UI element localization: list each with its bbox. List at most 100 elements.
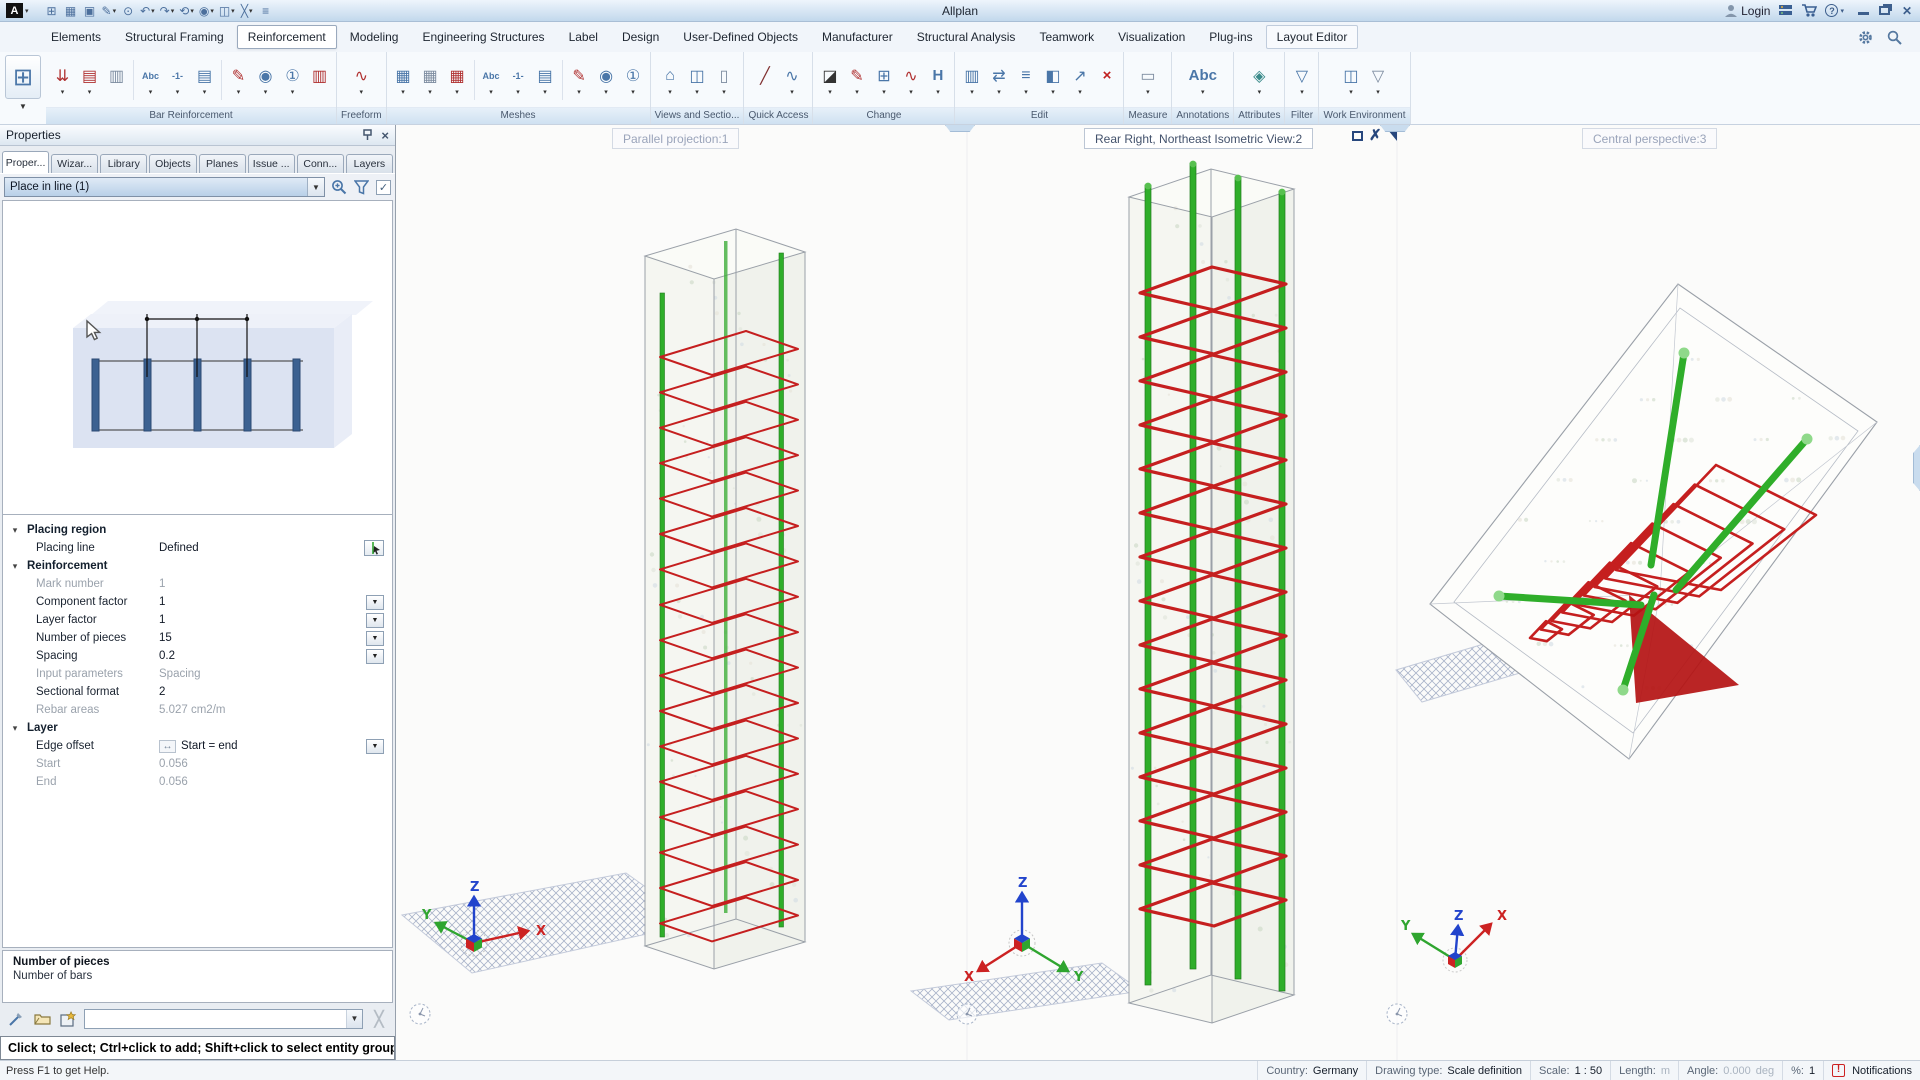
panel-close-icon[interactable]: × xyxy=(381,130,389,141)
move-icon[interactable]: ⇄▾ xyxy=(985,63,1012,98)
viewport-icon[interactable]: ▯▾ xyxy=(711,63,738,98)
menu-structural-analysis[interactable]: Structural Analysis xyxy=(906,25,1027,49)
bar-schema-icon[interactable]: ▤▾ xyxy=(191,63,218,98)
stretch-icon[interactable]: ∿▾ xyxy=(897,63,924,98)
project-icon[interactable]: ⊞ xyxy=(43,2,61,20)
login-button[interactable]: Login xyxy=(1724,4,1770,18)
dropdown-button[interactable]: ▼ xyxy=(366,595,384,610)
close-button[interactable]: ✕ xyxy=(1900,4,1914,18)
modify-mesh-icon[interactable]: ✎▾ xyxy=(566,63,593,98)
viewport-tab-2[interactable]: Rear Right, Northeast Isometric View:2 xyxy=(1084,128,1313,149)
property-value[interactable]: ↔Start = end xyxy=(159,740,364,753)
menu-engineering-structures[interactable]: Engineering Structures xyxy=(411,25,555,49)
save-icon[interactable]: ▣ xyxy=(81,2,99,20)
bar-display-icon[interactable]: ◉▾ xyxy=(252,63,279,98)
filter-icon[interactable]: ▽▾ xyxy=(1288,63,1315,98)
delete-icon[interactable]: × xyxy=(1093,63,1120,98)
mesh-schema-icon[interactable]: ▤▾ xyxy=(532,63,559,98)
annotation-icon[interactable]: Abc▾ xyxy=(1189,63,1216,98)
property-value[interactable]: 1 xyxy=(159,596,364,608)
edit-points-icon[interactable]: ⊞▾ xyxy=(870,63,897,98)
calculator-icon[interactable]: ▦ xyxy=(62,2,80,20)
pick-properties-icon[interactable] xyxy=(6,1010,26,1028)
erase-icon[interactable]: ◪▾ xyxy=(816,63,843,98)
create-view-icon[interactable]: ⌂▾ xyxy=(657,63,684,98)
collapse-chevron-icon[interactable]: ▾ xyxy=(3,723,27,734)
mesh-mark-icon[interactable]: -1-▾ xyxy=(505,63,532,98)
edit-page-icon[interactable]: ✎▾ xyxy=(100,2,119,20)
property-value[interactable]: Defined xyxy=(159,542,364,554)
property-value[interactable]: 0.2 xyxy=(159,650,364,662)
menu-user-defined-objects[interactable]: User-Defined Objects xyxy=(672,25,809,49)
panel-tab-conn[interactable]: Conn... xyxy=(297,154,344,173)
dropdown-button[interactable]: ▼ xyxy=(366,649,384,664)
filter-funnel-icon[interactable] xyxy=(354,180,369,195)
panel-tab-layers[interactable]: Layers xyxy=(346,154,393,173)
viewport-tab-1[interactable]: Parallel projection:1 xyxy=(612,128,739,149)
layout-window-icon[interactable]: ◫▾ xyxy=(1337,63,1364,98)
status-drawing-type[interactable]: Drawing type:Scale definition xyxy=(1366,1061,1530,1080)
array-icon[interactable]: ▥▾ xyxy=(958,63,985,98)
dropdown-button[interactable]: ▼ xyxy=(366,631,384,646)
viewport-tab-3[interactable]: Central perspective:3 xyxy=(1582,128,1717,149)
property-value[interactable]: 15 xyxy=(159,632,364,644)
place-mesh-icon[interactable]: ▦▾ xyxy=(390,63,417,98)
dropdown-button[interactable]: ▼ xyxy=(366,613,384,628)
viewport-maximize-button[interactable] xyxy=(1352,131,1363,141)
restore-button[interactable] xyxy=(1879,6,1890,15)
tools-icon[interactable]: ╳▾ xyxy=(238,2,256,20)
panel-tab-issue[interactable]: Issue ... xyxy=(248,154,295,173)
ribbon-main-button[interactable]: ⊞ xyxy=(5,55,41,99)
spline-icon[interactable]: ∿▾ xyxy=(778,63,805,98)
bar-label-icon[interactable]: Abc▾ xyxy=(137,63,164,98)
split-view-icon[interactable]: ◫▾ xyxy=(217,2,237,20)
status-angle[interactable]: Angle:0.000deg xyxy=(1678,1061,1782,1080)
status-country[interactable]: Country:Germany xyxy=(1257,1061,1366,1080)
settings-gear-icon[interactable] xyxy=(1858,30,1873,45)
panel-tab-library[interactable]: Library xyxy=(100,154,147,173)
property-value[interactable]: 1 xyxy=(159,614,364,626)
profile-icon[interactable]: H▾ xyxy=(924,63,951,98)
menu-label[interactable]: Label xyxy=(558,25,609,49)
repeat-icon[interactable]: ⟲▾ xyxy=(177,2,196,20)
menu-manufacturer[interactable]: Manufacturer xyxy=(811,25,904,49)
undo-icon[interactable]: ↶▾ xyxy=(138,2,157,20)
redo-icon[interactable]: ↷▾ xyxy=(158,2,177,20)
pin-icon[interactable] xyxy=(362,129,373,141)
measure-icon[interactable]: ▭▾ xyxy=(1134,63,1161,98)
menu-modeling[interactable]: Modeling xyxy=(339,25,410,49)
menu-reinforcement[interactable]: Reinforcement xyxy=(237,25,337,49)
combobox-dropdown-icon[interactable]: ▼ xyxy=(307,178,324,196)
copy-icon[interactable]: ↗▾ xyxy=(1066,63,1093,98)
panel-tab-proper[interactable]: Proper... xyxy=(2,151,49,173)
ribbon-main-dropdown-icon[interactable]: ▼ xyxy=(19,102,27,111)
minimize-button[interactable] xyxy=(1858,7,1869,15)
status-scale[interactable]: Scale:1 : 50 xyxy=(1530,1061,1610,1080)
bar-set-icon[interactable]: ▥ xyxy=(103,63,130,98)
logo-dropdown-icon[interactable]: ▾ xyxy=(25,7,29,15)
menu-plug-ins[interactable]: Plug-ins xyxy=(1198,25,1263,49)
status-length-unit[interactable]: Length:m xyxy=(1610,1061,1678,1080)
freeform-bar-icon[interactable]: ∿▾ xyxy=(348,63,375,98)
edit-pen-icon[interactable]: ✎▾ xyxy=(843,63,870,98)
menu-visualization[interactable]: Visualization xyxy=(1107,25,1196,49)
attributes-icon[interactable]: ◈▾ xyxy=(1246,63,1273,98)
mirror-icon[interactable]: ◧▾ xyxy=(1039,63,1066,98)
menu-structural-framing[interactable]: Structural Framing xyxy=(114,25,235,49)
modify-bar-icon[interactable]: ✎▾ xyxy=(225,63,252,98)
find-icon[interactable]: ⊙ xyxy=(119,2,137,20)
help-button[interactable]: ? ▾ xyxy=(1825,4,1844,17)
panel-tab-wizar[interactable]: Wizar... xyxy=(51,154,98,173)
mesh-display-icon[interactable]: ◉▾ xyxy=(593,63,620,98)
place-bar-series-icon[interactable]: ▤▾ xyxy=(76,63,103,98)
menu-teamwork[interactable]: Teamwork xyxy=(1028,25,1105,49)
filter-line-icon[interactable]: ▽▾ xyxy=(1364,63,1391,98)
bar-mark-icon[interactable]: -1-▾ xyxy=(164,63,191,98)
shop-cart-icon[interactable] xyxy=(1801,4,1817,17)
pick-line-button[interactable] xyxy=(364,540,384,556)
mesh-label-icon[interactable]: Abc▾ xyxy=(478,63,505,98)
panel-tab-objects[interactable]: Objects xyxy=(149,154,196,173)
place-bar-icon[interactable]: ⇊▾ xyxy=(49,63,76,98)
line-icon[interactable]: ╱ xyxy=(751,63,778,98)
apply-checkbox-icon[interactable]: ✓ xyxy=(376,180,391,195)
